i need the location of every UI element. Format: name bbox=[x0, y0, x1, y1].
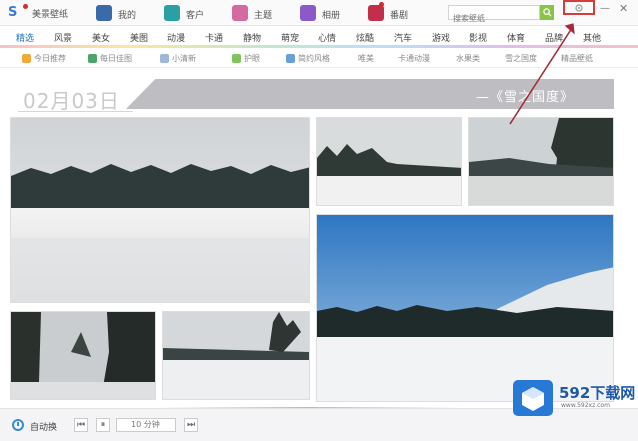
category-item[interactable]: 萌宠 bbox=[281, 31, 299, 44]
close-button[interactable]: ✕ bbox=[619, 2, 628, 15]
category-item[interactable]: 品牌 bbox=[545, 31, 563, 44]
album-title: —《雪之国度》 bbox=[476, 90, 575, 105]
category-bar: 精选 风景 美女 美图 动漫 卡通 静物 萌宠 心情 炫酷 汽车 游戏 影视 体… bbox=[0, 27, 638, 46]
category-item[interactable]: 卡通 bbox=[205, 31, 223, 44]
theme-icon bbox=[232, 5, 248, 21]
watermark-logo bbox=[513, 380, 553, 416]
wallpaper-thumbnail[interactable] bbox=[162, 311, 310, 400]
next-button[interactable]: ⏭ bbox=[184, 418, 198, 432]
album-icon bbox=[300, 5, 316, 21]
tab-client[interactable]: 客户 bbox=[164, 3, 224, 23]
search-input[interactable] bbox=[449, 12, 539, 25]
gear-icon bbox=[575, 3, 583, 12]
category-item[interactable]: 心情 bbox=[318, 31, 336, 44]
wallpaper-thumbnail[interactable] bbox=[10, 117, 310, 303]
subtag-item[interactable]: 小清新 bbox=[160, 52, 196, 64]
album-date: 02月03日 bbox=[23, 89, 120, 113]
simple-icon bbox=[286, 53, 295, 63]
category-item[interactable]: 体育 bbox=[507, 31, 525, 44]
my-icon bbox=[96, 5, 112, 21]
category-item[interactable]: 静物 bbox=[243, 31, 261, 44]
watermark-name: 592下载网 bbox=[559, 384, 636, 402]
subtag-item[interactable]: 护眼 bbox=[232, 52, 260, 64]
category-item[interactable]: 其他 bbox=[583, 31, 601, 44]
search-button[interactable] bbox=[540, 5, 554, 20]
subtag-item[interactable]: 今日推荐 bbox=[22, 52, 66, 64]
interval-select[interactable]: 10 分钟 bbox=[116, 418, 176, 432]
pause-button[interactable]: ⏸ bbox=[96, 418, 110, 432]
category-item[interactable]: 炫酷 bbox=[356, 31, 374, 44]
wallpaper-thumbnail[interactable] bbox=[316, 117, 462, 206]
app-logo-icon: S bbox=[8, 4, 28, 21]
subtag-bar: 今日推荐 每日佳图 小清新 护眼 简约风格 唯美 卡通动漫 水果类 雪之国度 精… bbox=[0, 48, 638, 68]
watermark-url: www.592xz.com bbox=[561, 402, 610, 409]
subtag-item[interactable]: 简约风格 bbox=[286, 52, 330, 64]
category-item[interactable]: 游戏 bbox=[432, 31, 450, 44]
subtag-item[interactable]: 每日佳图 bbox=[88, 52, 132, 64]
app-title: 美景壁纸 bbox=[32, 10, 69, 20]
eye-icon bbox=[232, 53, 241, 63]
minimize-button[interactable]: — bbox=[600, 3, 610, 14]
top-bar: S 美景壁纸 我的 客户 主题 相册 番剧 — ✕ bbox=[0, 0, 638, 26]
auto-change-icon[interactable] bbox=[12, 419, 24, 431]
hot-icon bbox=[22, 53, 31, 63]
date-underline bbox=[18, 111, 133, 112]
leaf-icon bbox=[160, 53, 169, 63]
tab-theme[interactable]: 主题 bbox=[232, 3, 292, 23]
wallpaper-thumbnail[interactable] bbox=[468, 117, 614, 206]
category-item[interactable]: 汽车 bbox=[394, 31, 412, 44]
previous-button[interactable]: ⏮ bbox=[74, 418, 88, 432]
subtag-item[interactable]: 雪之国度 bbox=[505, 52, 537, 64]
subtag-item[interactable]: 水果类 bbox=[456, 52, 480, 64]
wallpaper-thumbnail[interactable] bbox=[316, 214, 614, 402]
tab-album[interactable]: 相册 bbox=[300, 3, 360, 23]
video-icon bbox=[368, 5, 384, 21]
tab-video[interactable]: 番剧 bbox=[368, 2, 428, 23]
album-content: 02月03日 —《雪之国度》 bbox=[0, 69, 638, 410]
client-icon bbox=[164, 5, 180, 21]
category-item[interactable]: 风景 bbox=[54, 31, 72, 44]
calendar-icon bbox=[88, 53, 97, 63]
notification-dot bbox=[379, 2, 384, 7]
subtag-item[interactable]: 唯美 bbox=[358, 52, 374, 64]
category-item[interactable]: 精选 bbox=[16, 31, 34, 44]
settings-button[interactable] bbox=[563, 0, 595, 15]
search-box[interactable] bbox=[448, 5, 540, 25]
search-icon bbox=[542, 8, 552, 17]
wallpaper-thumbnail[interactable] bbox=[10, 311, 156, 400]
subtag-item[interactable]: 精品壁纸 bbox=[561, 52, 593, 64]
subtag-item[interactable]: 卡通动漫 bbox=[398, 52, 430, 64]
auto-change-label: 自动换 bbox=[30, 423, 58, 433]
category-item[interactable]: 美图 bbox=[130, 31, 148, 44]
category-item[interactable]: 动漫 bbox=[167, 31, 185, 44]
category-item[interactable]: 影视 bbox=[469, 31, 487, 44]
category-item[interactable]: 美女 bbox=[92, 31, 110, 44]
tab-my[interactable]: 我的 bbox=[96, 3, 156, 23]
